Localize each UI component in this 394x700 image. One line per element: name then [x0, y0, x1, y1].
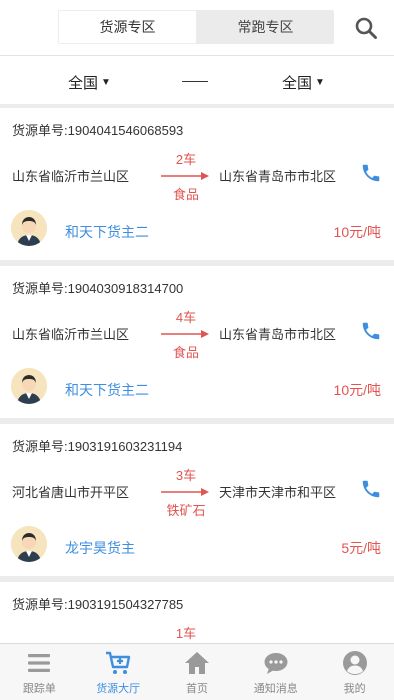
avatar — [11, 368, 47, 404]
bottom-tab-bar: 跟踪单 货源大厅 首页 通知消息 我的 — [0, 643, 394, 700]
top-bar: 货源专区 常跑专区 — [0, 0, 394, 56]
caret-down-icon: ▼ — [315, 77, 325, 88]
truck-count: 1车 — [175, 626, 197, 641]
app-root: 货源专区 常跑专区 全国 ▼ 全国 ▼ 货源单号:190404154606859… — [0, 0, 394, 700]
phone-icon[interactable] — [360, 478, 382, 500]
cargo-card[interactable]: 货源单号:1904030918314700 4车 山东省临沂市兰山区 山东省青岛… — [0, 266, 394, 418]
origin-city: 山东省临沂市兰山区 — [12, 169, 130, 184]
route-filter: 全国 ▼ 全国 ▼ — [0, 56, 394, 104]
origin-label: 全国 — [68, 75, 99, 92]
tab-home[interactable]: 首页 — [158, 644, 237, 700]
freight-price: 5元/吨 — [341, 540, 381, 556]
shipper-name[interactable]: 和天下货主二 — [65, 222, 149, 242]
tab-cargo-hall[interactable]: 货源大厅 — [79, 644, 158, 700]
order-number: 货源单号:1904041546068593 — [12, 123, 184, 138]
route-arrow-icon — [161, 488, 209, 496]
cargo-card[interactable]: 货源单号:1904041546068593 2车 山东省临沂市兰山区 山东省青岛… — [0, 108, 394, 260]
tab-frequent-zone[interactable]: 常跑专区 — [197, 10, 334, 44]
origin-city: 河北省唐山市开平区 — [12, 485, 130, 500]
chat-icon — [264, 653, 288, 674]
tab-profile[interactable]: 我的 — [315, 644, 394, 700]
order-number: 货源单号:1904030918314700 — [12, 281, 184, 296]
tab-label: 跟踪单 — [22, 683, 56, 695]
search-icon[interactable] — [354, 16, 378, 40]
tab-tracking[interactable]: 跟踪单 — [0, 644, 79, 700]
phone-icon[interactable] — [360, 162, 382, 184]
truck-count: 2车 — [175, 152, 197, 167]
cargo-card[interactable]: 货源单号:1903191603231194 3车 河北省唐山市开平区 天津市天津… — [0, 424, 394, 576]
destination-label: 全国 — [282, 75, 313, 92]
cargo-card[interactable]: 货源单号:1903191504327785 1车 — [0, 582, 394, 662]
avatar — [11, 210, 47, 246]
cargo-type: 食品 — [172, 187, 199, 202]
shipper-name[interactable]: 和天下货主二 — [65, 380, 149, 400]
cart-plus-icon — [106, 651, 131, 674]
freight-price: 10元/吨 — [333, 382, 381, 398]
caret-down-icon: ▼ — [101, 77, 111, 88]
tab-cargo-zone[interactable]: 货源专区 — [58, 10, 197, 44]
destination-city: 山东省青岛市市北区 — [219, 327, 337, 342]
cargo-type: 食品 — [172, 345, 199, 360]
route-line — [182, 81, 208, 82]
phone-icon[interactable] — [360, 320, 382, 342]
route-arrow-icon — [161, 172, 209, 180]
route-arrow-icon — [161, 330, 209, 338]
cargo-type: 铁矿石 — [166, 503, 206, 518]
order-number: 货源单号:1903191603231194 — [12, 439, 183, 454]
destination-city: 山东省青岛市市北区 — [219, 169, 337, 184]
tab-label: 通知消息 — [253, 683, 298, 695]
origin-selector[interactable]: 全国 ▼ — [68, 72, 111, 93]
destination-city: 天津市天津市和平区 — [219, 485, 337, 500]
tab-label: 货源大厅 — [96, 683, 141, 695]
truck-count: 4车 — [175, 310, 197, 325]
tab-label: 首页 — [185, 683, 208, 695]
destination-selector[interactable]: 全国 ▼ — [282, 72, 325, 93]
tab-label: 我的 — [343, 683, 366, 695]
avatar — [11, 526, 47, 562]
user-icon — [342, 651, 367, 675]
tab-notifications[interactable]: 通知消息 — [236, 644, 315, 700]
menu-icon — [28, 654, 51, 672]
shipper-name[interactable]: 龙宇昊货主 — [65, 538, 135, 558]
freight-price: 10元/吨 — [333, 224, 381, 240]
order-number: 货源单号:1903191504327785 — [12, 597, 184, 612]
origin-city: 山东省临沂市兰山区 — [12, 327, 130, 342]
truck-count: 3车 — [175, 468, 197, 483]
segment-control: 货源专区 常跑专区 — [58, 10, 334, 44]
home-icon — [184, 652, 209, 674]
